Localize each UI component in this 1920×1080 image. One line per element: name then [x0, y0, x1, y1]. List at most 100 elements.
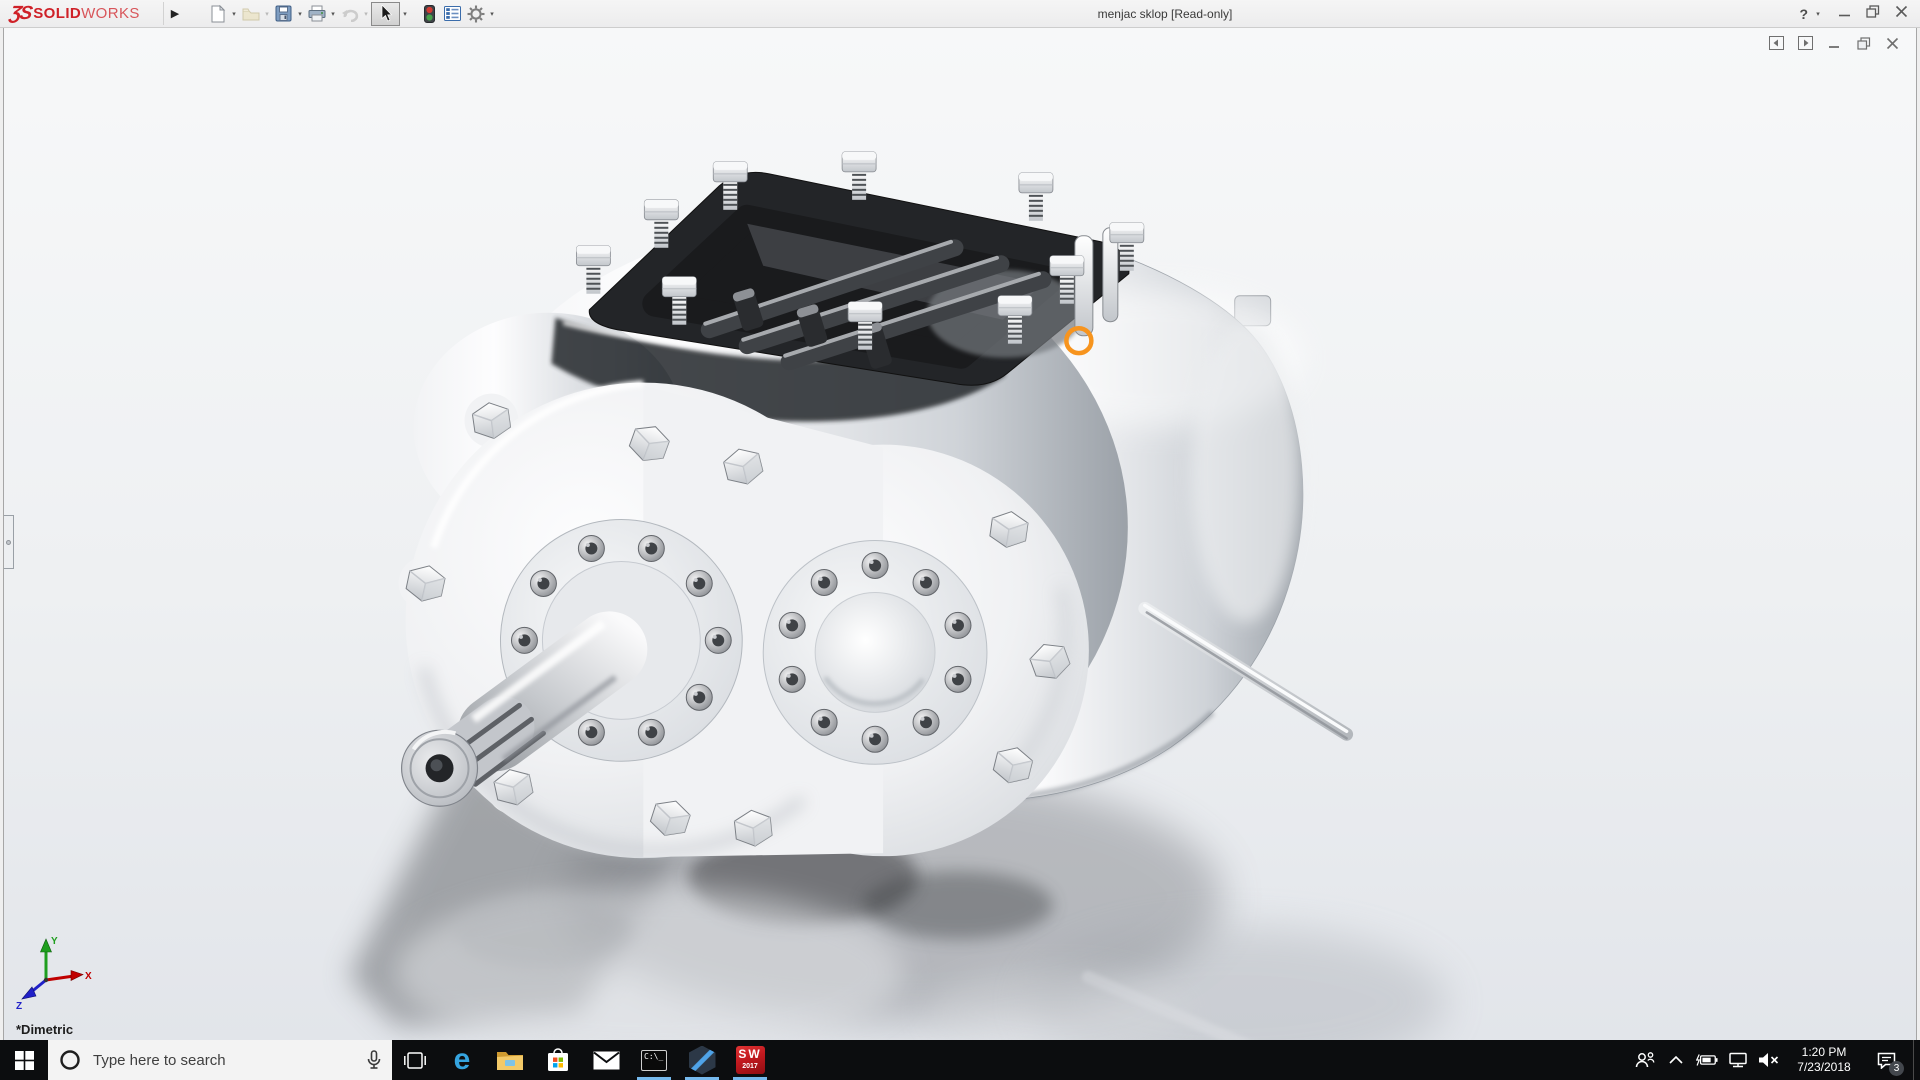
- graphics-viewport[interactable]: Y X Z *Dimetric: [3, 28, 1917, 1040]
- mail-icon: [592, 1051, 620, 1069]
- brand-works: WORKS: [81, 5, 140, 22]
- y-axis-label: Y: [51, 936, 58, 947]
- new-document-button[interactable]: [206, 2, 229, 25]
- undo-caret[interactable]: ▾: [361, 10, 371, 18]
- hexagon-app-icon: [688, 1045, 716, 1075]
- print-button[interactable]: [305, 2, 328, 25]
- options-button[interactable]: [464, 2, 487, 25]
- people-button[interactable]: [1634, 1045, 1656, 1075]
- doc-close-button[interactable]: [1885, 36, 1900, 50]
- taskbar-app-mail[interactable]: [582, 1040, 630, 1080]
- clock-time: 1:20 PM: [1801, 1045, 1847, 1059]
- command-prompt-icon: C:\_: [641, 1049, 667, 1071]
- document-title: menjac sklop [Read-only]: [1097, 7, 1233, 21]
- undo-arrow-icon: [341, 9, 358, 22]
- select-tool-button-active[interactable]: [371, 1, 400, 26]
- display-pane-button[interactable]: [441, 2, 464, 25]
- x-axis-label: X: [85, 971, 92, 982]
- select-cursor-icon: [381, 5, 392, 22]
- panel-left-icon: [1769, 36, 1784, 50]
- file-explorer-icon: [497, 1052, 523, 1070]
- collapse-panel-left-button[interactable]: [1769, 36, 1784, 50]
- sw-letters: SW: [738, 1047, 762, 1061]
- x-axis-arrow: [70, 970, 84, 981]
- minimize-icon: [1839, 14, 1850, 16]
- restore-button[interactable]: [1866, 4, 1880, 23]
- task-view-icon: [404, 1051, 426, 1069]
- open-button[interactable]: [239, 2, 262, 25]
- doc-close-icon: [1886, 37, 1899, 49]
- print-icon: [308, 5, 325, 22]
- action-center-button[interactable]: 3: [1868, 1040, 1904, 1080]
- microsoft-store-icon: [548, 1048, 568, 1071]
- rebuild-traffic-light-button[interactable]: [418, 2, 441, 25]
- view-orientation-label: *Dimetric: [16, 1022, 74, 1037]
- new-document-icon: [211, 4, 225, 22]
- display-pane-icon: [444, 6, 461, 21]
- windows-taskbar: e C:\_ SW 2017: [0, 1040, 1920, 1080]
- save-button[interactable]: [272, 2, 295, 25]
- solidworks-logo: ƷS SOLID WORKS: [8, 0, 150, 27]
- taskbar-app-hexagon[interactable]: [678, 1040, 726, 1080]
- panel-tab-grip-icon: [6, 539, 11, 545]
- select-caret[interactable]: ▾: [400, 10, 410, 18]
- doc-restore-icon: [1856, 36, 1870, 50]
- taskbar-app-solidworks[interactable]: SW 2017: [726, 1040, 774, 1080]
- close-icon: [1895, 5, 1908, 17]
- sw-year: 2017: [742, 1063, 758, 1070]
- expand-panel-right-button[interactable]: [1798, 36, 1813, 50]
- system-tray: 1:20 PM 7/23/2018 3: [1634, 1040, 1920, 1080]
- print-caret[interactable]: ▾: [328, 10, 338, 18]
- options-caret[interactable]: ▾: [487, 10, 497, 18]
- save-floppy-icon: [275, 5, 292, 22]
- taskbar-app-store[interactable]: [534, 1040, 582, 1080]
- traffic-light-icon: [424, 4, 435, 23]
- help-button[interactable]: ?: [1799, 6, 1808, 22]
- minimize-button[interactable]: [1838, 5, 1851, 23]
- battery-status[interactable]: [1696, 1045, 1718, 1075]
- help-caret[interactable]: ▾: [1813, 10, 1823, 18]
- network-status[interactable]: [1727, 1045, 1749, 1075]
- doc-minimize-icon: [1829, 45, 1839, 48]
- taskbar-app-command-prompt[interactable]: C:\_: [630, 1040, 678, 1080]
- doc-restore-button[interactable]: [1856, 36, 1871, 50]
- brand-solid: SOLID: [33, 5, 82, 22]
- volume-status[interactable]: [1758, 1045, 1780, 1075]
- ethernet-icon: [1729, 1052, 1747, 1068]
- new-caret[interactable]: ▾: [229, 10, 239, 18]
- save-caret[interactable]: ▾: [295, 10, 305, 18]
- menu-flyout-arrow-icon[interactable]: ▶: [163, 2, 186, 25]
- chevron-up-icon: [1669, 1056, 1683, 1064]
- taskbar-app-edge[interactable]: e: [438, 1040, 486, 1080]
- z-axis-label: Z: [16, 1001, 22, 1010]
- doc-minimize-button[interactable]: [1827, 36, 1842, 50]
- search-input[interactable]: [91, 1050, 357, 1070]
- close-button[interactable]: [1895, 5, 1908, 23]
- document-window-controls: [1769, 36, 1900, 50]
- hidden-icons-button[interactable]: [1665, 1045, 1687, 1075]
- microphone-icon[interactable]: [367, 1050, 381, 1070]
- solidworks-2017-icon: SW 2017: [735, 1046, 765, 1074]
- people-icon: [1635, 1052, 1655, 1068]
- undo-button[interactable]: [338, 2, 361, 25]
- restore-icon: [1866, 4, 1880, 18]
- feature-panel-collapsed-tab[interactable]: [4, 515, 14, 569]
- orientation-triad[interactable]: Y X Z: [14, 932, 94, 1010]
- titlebar: ƷS SOLID WORKS ▶ ▾ ▾ ▾ ▾ ▾ ▾ ▾ menjac sk…: [0, 0, 1920, 28]
- panel-right-icon: [1798, 36, 1813, 50]
- quick-access-toolbar: ▾ ▾ ▾ ▾ ▾ ▾ ▾: [206, 0, 497, 27]
- taskbar-clock[interactable]: 1:20 PM 7/23/2018: [1792, 1045, 1856, 1075]
- taskbar-pinned-apps: e C:\_ SW 2017: [438, 1040, 774, 1080]
- open-caret[interactable]: ▾: [262, 10, 272, 18]
- ds-logo-mark: ƷS: [8, 2, 33, 24]
- gear-icon: [467, 5, 484, 22]
- task-view-button[interactable]: [392, 1040, 438, 1080]
- 3d-model-gearbox[interactable]: [4, 28, 1916, 1040]
- clock-date: 7/23/2018: [1797, 1060, 1851, 1074]
- show-desktop-button[interactable]: [1913, 1040, 1920, 1080]
- taskbar-search-box[interactable]: [48, 1040, 392, 1080]
- taskbar-app-file-explorer[interactable]: [486, 1040, 534, 1080]
- start-button[interactable]: [0, 1040, 48, 1080]
- edge-icon: e: [453, 1043, 471, 1076]
- open-folder-icon: [242, 8, 259, 20]
